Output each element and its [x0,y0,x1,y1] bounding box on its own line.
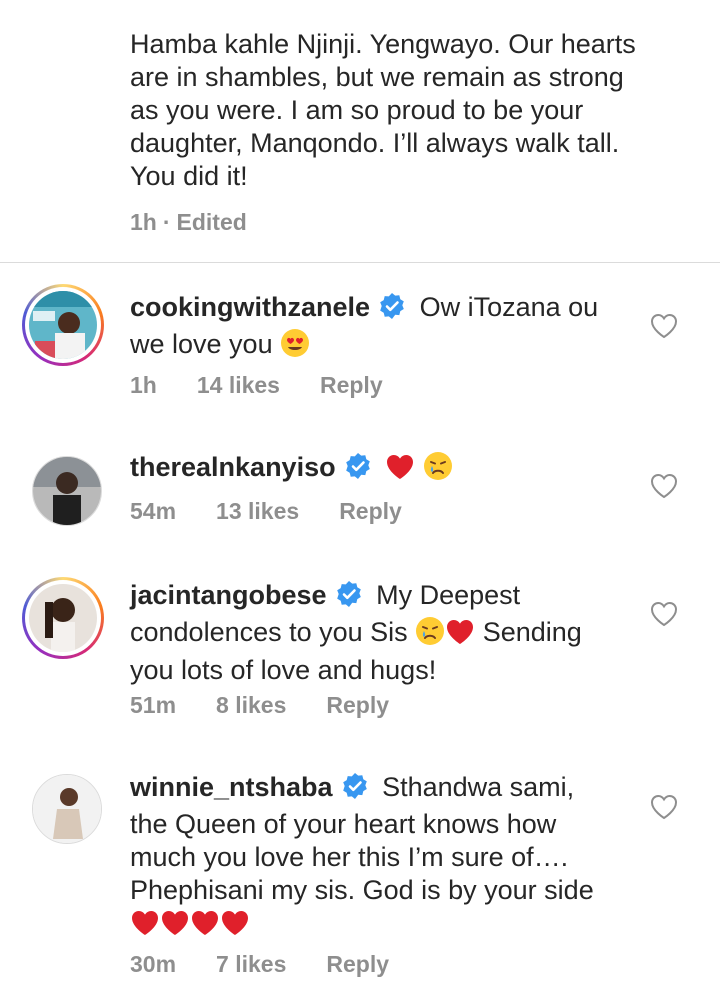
comment-time: 30m [130,951,177,977]
comment-text: Sthandwa sami, [382,772,575,802]
red-heart-emoji-icon [160,909,190,945]
comment-text-cont: much you love her this I’m sure of…. [130,842,569,872]
heart-outline-icon[interactable] [650,794,678,820]
verified-badge-icon [378,292,406,328]
red-heart-emoji-icon [220,909,250,945]
heart-eyes-emoji-icon [280,328,310,366]
heart-outline-icon[interactable] [650,601,678,627]
comment-username[interactable]: winnie_ntshaba [130,772,333,802]
comment-meta: 1h 14 likes Reply [130,372,423,399]
comment-meta: 54m 13 likes Reply [130,498,442,525]
comment-body: therealnkanyiso [130,451,630,489]
comment-meta: 51m 8 likes Reply [130,692,429,719]
verified-badge-icon [344,452,372,488]
comment-username[interactable]: cookingwithzanele [130,292,370,322]
reply-button[interactable]: Reply [339,498,402,525]
caption-separator: · [162,209,171,235]
comment-body: winnie_ntshaba Sthandwa sami, the Queen … [130,771,630,945]
caption-text: Hamba kahle Njinji. Yengwayo. Our hearts… [130,29,636,191]
reply-button[interactable]: Reply [320,372,383,399]
comment-likes[interactable]: 13 likes [216,498,299,525]
comment-username[interactable]: jacintangobese [130,580,327,610]
red-heart-emoji-icon [190,909,220,945]
post-caption: Hamba kahle Njinji. Yengwayo. Our hearts… [130,28,690,236]
caption-edited-label: Edited [176,209,247,235]
crying-face-emoji-icon [415,616,445,654]
comment-likes[interactable]: 14 likes [197,372,280,399]
comment-text: My Deepest [376,580,521,610]
avatar[interactable] [32,456,102,526]
comment-username[interactable]: therealnkanyiso [130,452,336,482]
comment-meta: 30m 7 likes Reply [130,951,429,978]
comment-text-cont: you lots of love and hugs! [130,655,437,685]
comment-text-cont: condolences to you Sis [130,617,408,647]
reply-button[interactable]: Reply [326,951,389,978]
caption-meta: 1h · Edited [130,209,690,236]
comment-likes[interactable]: 7 likes [216,951,286,978]
comment-time: 1h [130,372,157,398]
comment-time: 51m [130,692,177,718]
comment-text: Ow iTozana ou [419,292,599,322]
crying-face-emoji-icon [423,451,453,489]
comment-text-cont: the Queen of your heart knows how [130,809,557,839]
comment-text-cont: Phephisani my sis. God is by your side [130,875,594,905]
red-heart-emoji-icon [445,618,475,654]
comment-text-cont: we love you [130,329,273,359]
verified-badge-icon [335,580,363,616]
caption-time: 1h [130,209,157,235]
heart-outline-icon[interactable] [650,313,678,339]
caption-divider [0,262,720,263]
red-heart-emoji-icon [385,453,415,489]
avatar-story-ring[interactable] [22,577,104,659]
avatar [29,584,97,652]
heart-outline-icon[interactable] [650,473,678,499]
comment-likes[interactable]: 8 likes [216,692,286,719]
avatar-story-ring[interactable] [22,284,104,366]
comment-body: jacintangobese My Deepest condolences to… [130,579,630,687]
red-heart-emoji-icon [130,909,160,945]
avatar [29,291,97,359]
avatar[interactable] [32,774,102,844]
reply-button[interactable]: Reply [326,692,389,719]
comment-text-cont: Sending [482,617,582,647]
comment-body: cookingwithzanele Ow iTozana ou we love … [130,291,630,366]
verified-badge-icon [341,772,369,808]
comment-time: 54m [130,498,177,524]
